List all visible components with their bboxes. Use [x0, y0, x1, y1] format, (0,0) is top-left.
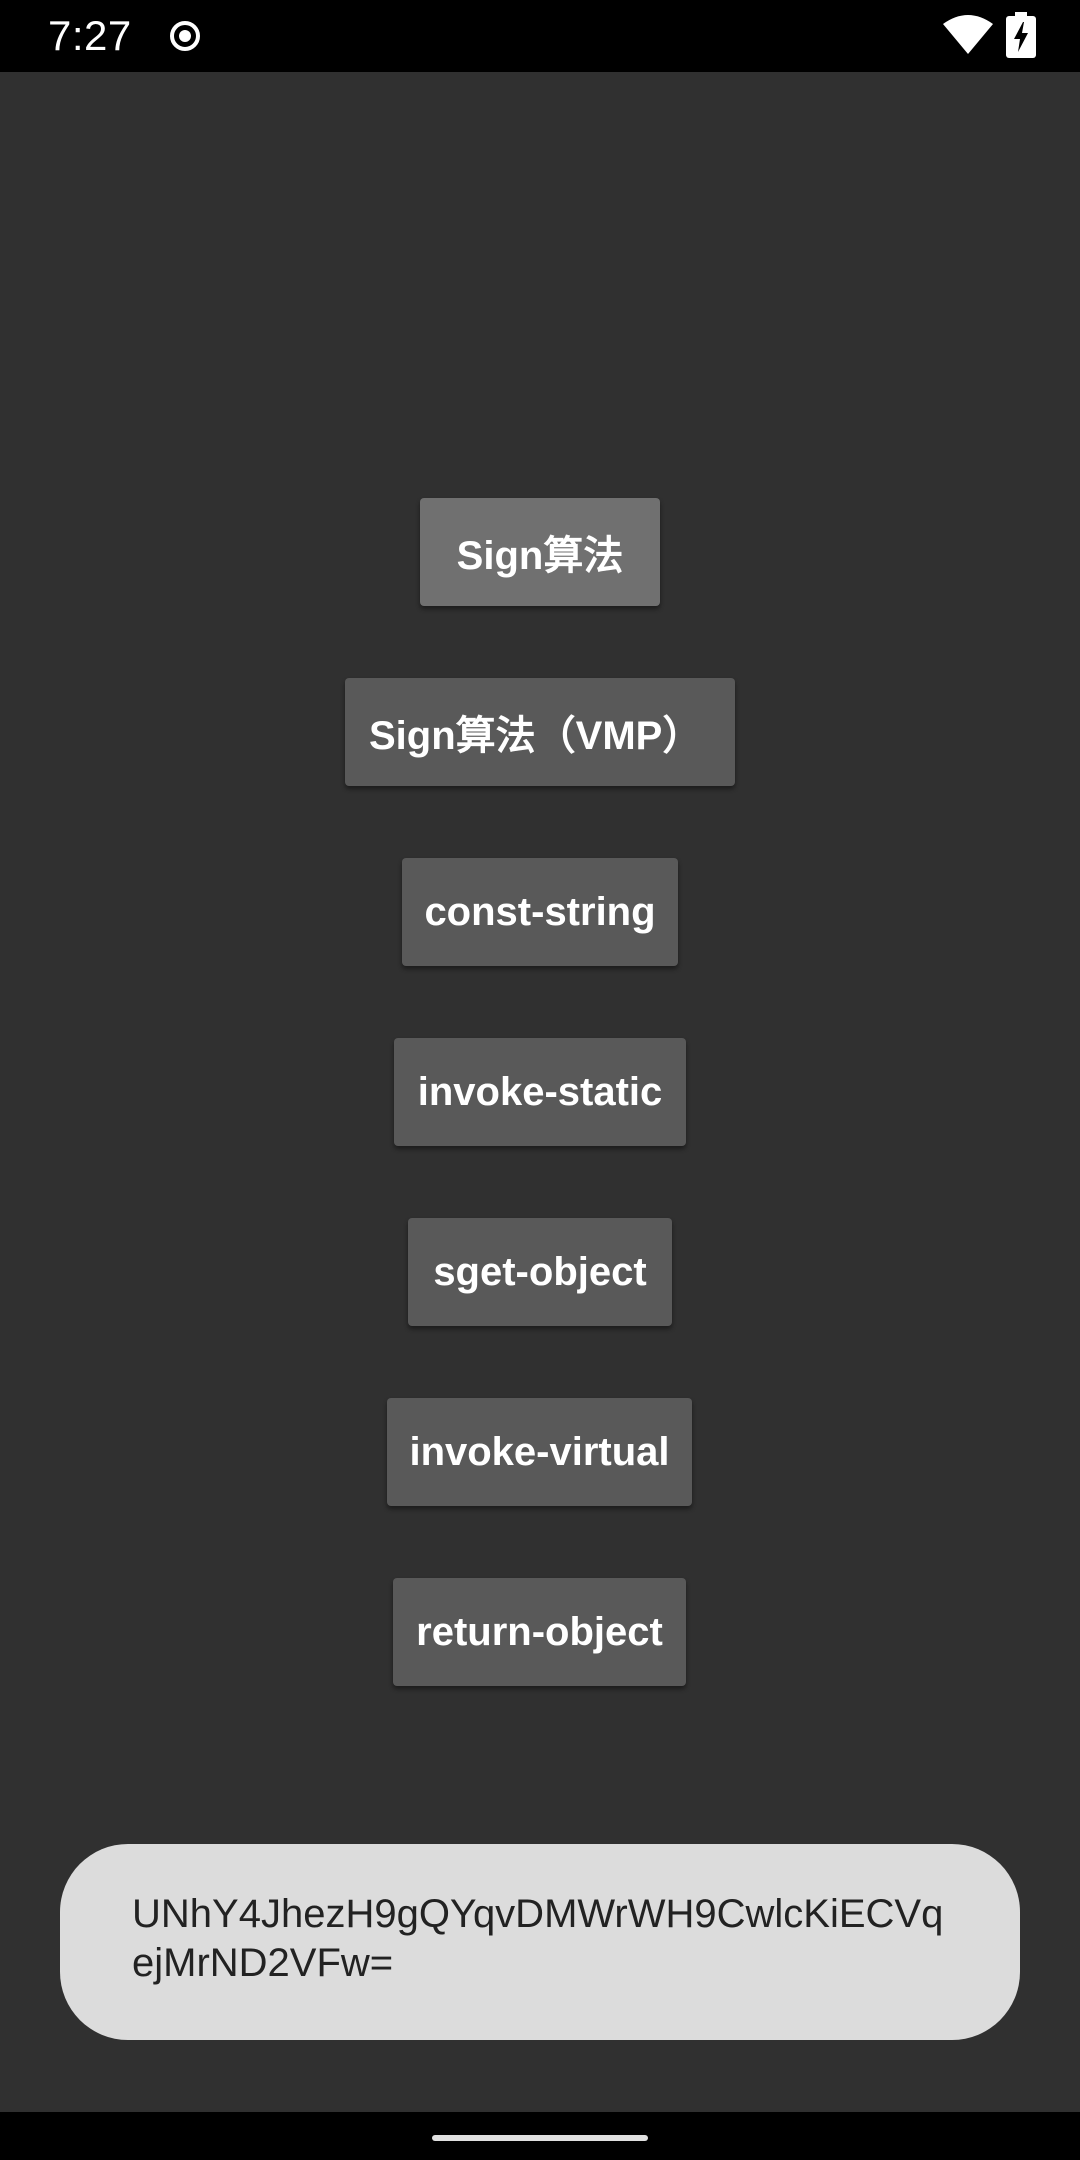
toast-text: UNhY4JhezH9gQYqvDMWrWH9CwlcKiECVqejMrND2…	[132, 1892, 944, 1985]
invoke-static-button[interactable]: invoke-static	[394, 1038, 686, 1146]
battery-charging-icon	[1006, 12, 1036, 58]
sign-algorithm-vmp-button[interactable]: Sign算法（VMP）	[345, 678, 735, 786]
invoke-virtual-button[interactable]: invoke-virtual	[387, 1398, 692, 1506]
sign-algorithm-button[interactable]: Sign算法	[420, 498, 660, 606]
sget-object-button[interactable]: sget-object	[408, 1218, 672, 1326]
status-time: 7:27	[48, 12, 132, 59]
const-string-button[interactable]: const-string	[402, 858, 678, 966]
sync-icon	[170, 21, 200, 51]
status-bar: 7:27	[0, 0, 1080, 72]
wifi-icon	[943, 15, 993, 54]
return-object-button[interactable]: return-object	[393, 1578, 686, 1686]
toast-message: UNhY4JhezH9gQYqvDMWrWH9CwlcKiECVqejMrND2…	[60, 1844, 1020, 2040]
home-gesture-handle[interactable]	[432, 2135, 648, 2141]
